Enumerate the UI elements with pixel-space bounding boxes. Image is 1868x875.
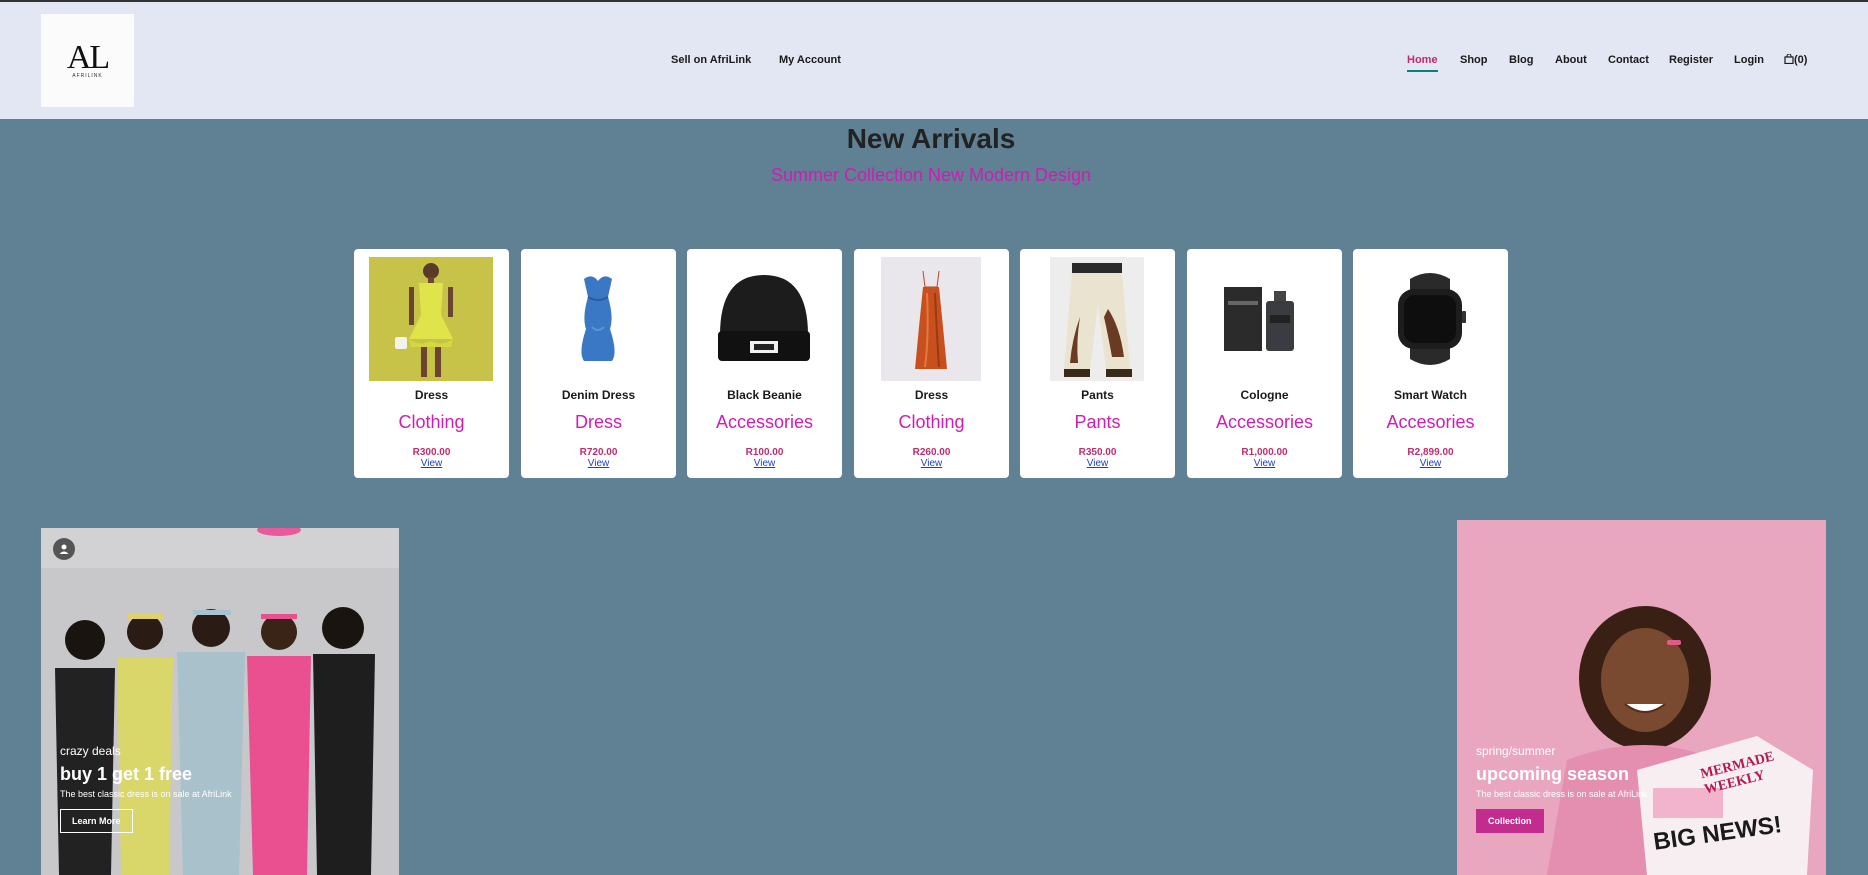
product-image-smart-watch[interactable] [1368,257,1492,381]
product-view-link[interactable]: View [687,458,842,469]
promo-left-text: crazy deals buy 1 get 1 free The best cl… [60,744,232,833]
product-category: Pants [1074,412,1121,432]
denim-dress-illustration [581,276,615,361]
product-category: Accessories [1215,412,1314,432]
product-name: Smart Watch [1394,388,1467,402]
product-card[interactable]: Black Beanie Accessories R100.00 View [687,249,842,478]
product-view-link[interactable]: View [1187,458,1342,469]
product-price: R1,000.00 [1241,447,1288,458]
product-name: Cologne [1240,388,1289,402]
section-title: New Arrivals [846,123,1016,154]
product-card[interactable]: Dress Clothing R300.00 View [354,249,509,478]
product-price: R720.00 [579,447,618,458]
user-avatar-icon[interactable] [53,538,75,560]
promo-banner-left[interactable]: crazy deals buy 1 get 1 free The best cl… [41,528,399,875]
nav-contact[interactable]: Contact [1608,54,1649,66]
product-price: R260.00 [912,447,951,458]
product-card[interactable]: Pants Pants R350.00 View [1020,249,1175,478]
product-image-yellow-dress[interactable] [369,257,493,381]
promo-right-title: upcoming season [1476,764,1630,784]
product-name: Dress [414,388,449,402]
header: AL AFRILINK Sell on AfriLink My Account … [0,2,1868,119]
product-card[interactable]: Denim Dress Dress R720.00 View [521,249,676,478]
cologne-illustration [1224,287,1294,351]
product-name: Dress [914,388,949,402]
beanie-illustration [718,275,810,361]
product-card[interactable]: Smart Watch Accesories R2,899.00 View [1353,249,1508,478]
learn-more-button[interactable]: Learn More [60,809,133,833]
product-category: Clothing [398,412,465,432]
nav-my-account[interactable]: My Account [779,54,841,66]
product-price: R100.00 [745,447,784,458]
promo-right-kicker: spring/summer [1476,744,1556,758]
smart-watch-illustration [1398,273,1466,365]
nav-sell-on-afrilink[interactable]: Sell on AfriLink [671,54,751,66]
product-category: Accesories [1386,412,1475,432]
person-icon [59,544,69,554]
cart-count: (0) [1794,54,1808,66]
product-image-black-beanie[interactable] [702,257,826,381]
nav-about[interactable]: About [1555,54,1587,66]
nav-blog[interactable]: Blog [1509,54,1533,66]
product-card[interactable]: Dress Clothing R260.00 View [854,249,1009,478]
nav-cart[interactable]: (0) [1784,53,1808,66]
nav-register[interactable]: Register [1669,54,1713,66]
product-name: Denim Dress [561,388,636,402]
product-card[interactable]: Cologne Accessories R1,000.00 View [1187,249,1342,478]
logo[interactable]: AL AFRILINK [41,14,134,107]
satin-dress-illustration [881,257,981,381]
product-view-link[interactable]: View [1020,458,1175,469]
shopping-bag-icon [1784,53,1794,65]
nav-login[interactable]: Login [1734,54,1764,66]
product-view-link[interactable]: View [1353,458,1508,469]
nav-home[interactable]: Home [1407,54,1438,72]
logo-mark: AL [66,38,110,76]
promo-right-description: The best classic dress is on sale at Afr… [1476,789,1648,799]
product-category: Dress [574,412,622,432]
product-name: Pants [1081,388,1114,402]
promo-left-description: The best classic dress is on sale at Afr… [60,789,232,799]
product-price: R2,899.00 [1407,447,1454,458]
product-price: R300.00 [412,447,451,458]
section-subtitle: Summer Collection New Modern Design [770,165,1092,185]
product-category: Clothing [898,412,965,432]
product-category: Accessories [715,412,814,432]
collection-button[interactable]: Collection [1476,809,1544,833]
product-image-denim-dress[interactable] [536,257,660,381]
product-name: Black Beanie [727,388,802,402]
product-view-link[interactable]: View [521,458,676,469]
pants-illustration [1050,257,1144,381]
product-view-link[interactable]: View [854,458,1009,469]
product-image-pants[interactable] [1050,257,1144,381]
product-image-satin-dress[interactable] [881,257,981,381]
nav-active-indicator [1407,70,1438,72]
logo-small-text: AFRILINK [72,72,103,79]
nav-home-label: Home [1407,54,1438,66]
product-image-cologne[interactable] [1202,257,1326,381]
product-price: R350.00 [1078,447,1117,458]
promo-left-kicker: crazy deals [60,744,121,758]
nav-shop[interactable]: Shop [1460,54,1488,66]
promo-banner-right[interactable]: MERMADE WEEKLY BIG NEWS! spring/summer u… [1457,520,1826,875]
promo-left-title: buy 1 get 1 free [60,764,193,784]
yellow-dress-illustration [369,257,493,381]
promo-right-text: spring/summer upcoming season The best c… [1476,744,1648,833]
product-view-link[interactable]: View [354,458,509,469]
